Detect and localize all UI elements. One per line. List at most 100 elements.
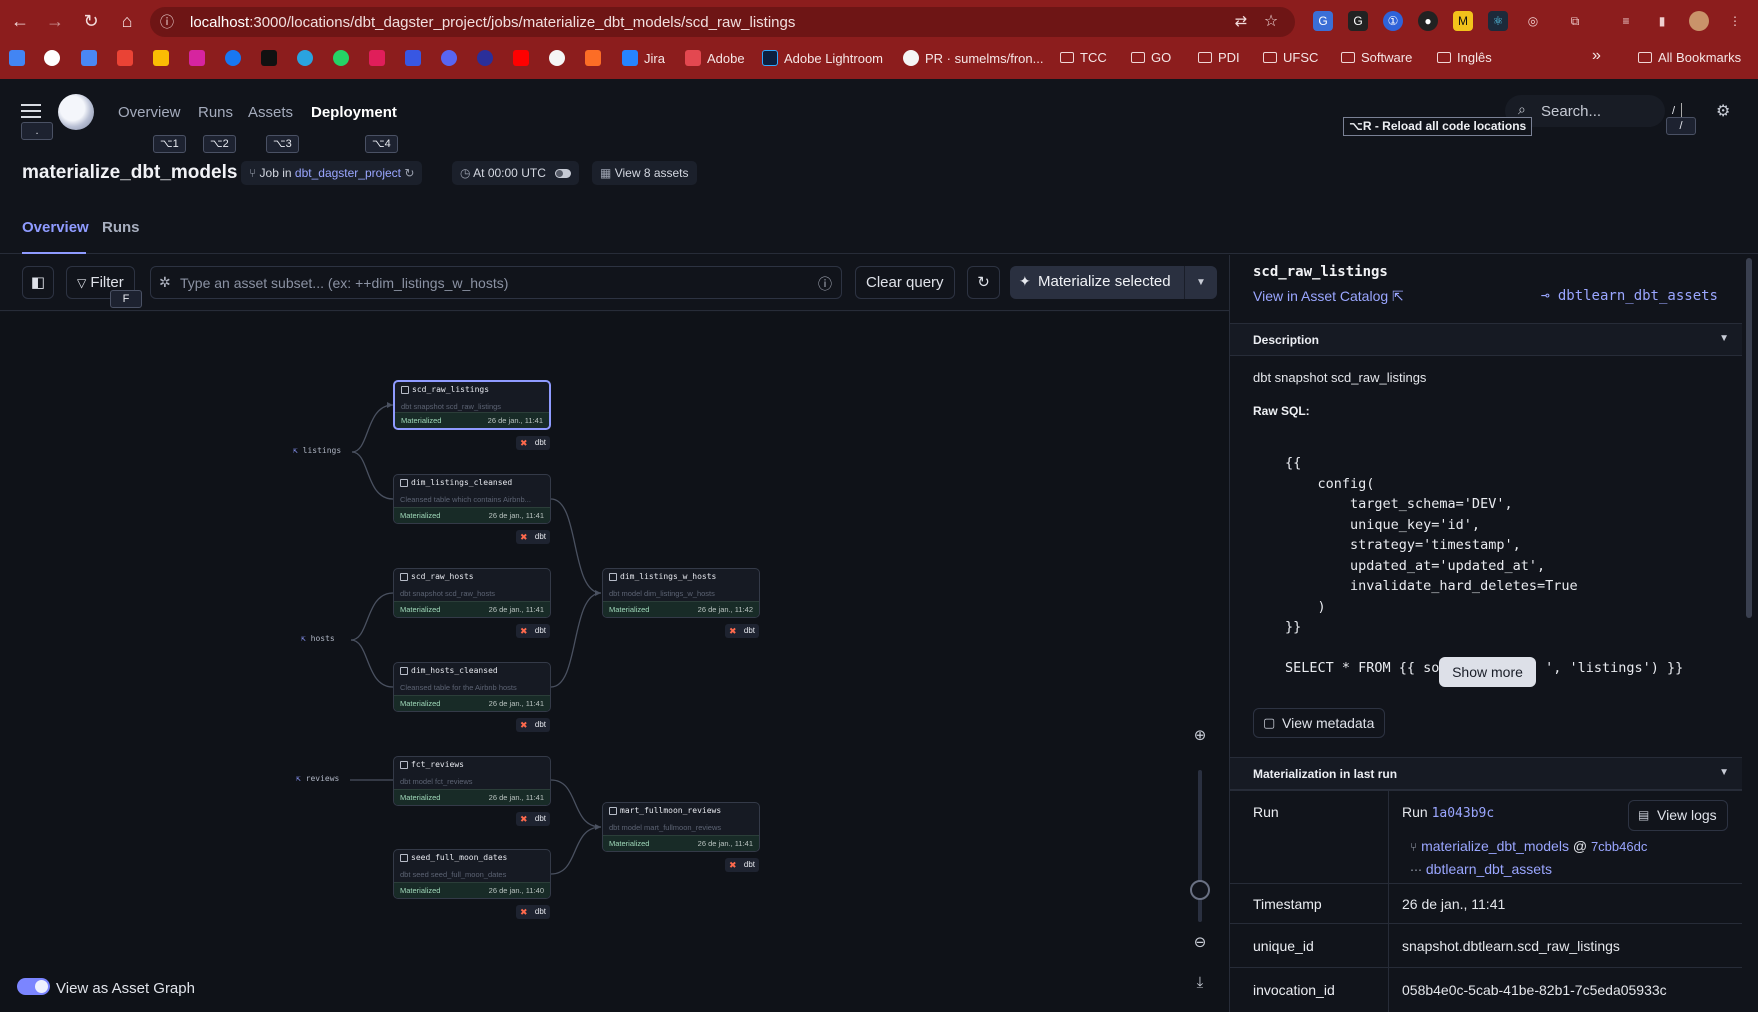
home-icon[interactable]: ⌂ (116, 10, 138, 32)
asset-node-dim-listings-w-hosts[interactable]: dim_listings_w_hosts dbt model dim_listi… (602, 568, 760, 618)
bookmark-x[interactable] (261, 50, 277, 66)
bookmark-circle[interactable] (477, 50, 493, 66)
view-logs-button[interactable]: View logs (1628, 800, 1728, 831)
bookmark-google[interactable] (44, 50, 60, 66)
code-location-link[interactable]: dbt_dagster_project (295, 166, 401, 180)
run-id-link[interactable]: 1a043b9c (1432, 806, 1495, 821)
schedule-toggle[interactable] (555, 169, 572, 179)
bookmark-instagram[interactable] (189, 50, 205, 66)
view-as-asset-graph-toggle[interactable] (17, 978, 50, 995)
bookmark-app[interactable] (405, 50, 421, 66)
bookmark-discord[interactable] (441, 50, 457, 66)
show-more-button[interactable]: Show more (1439, 657, 1536, 687)
asset-node-scd-raw-hosts[interactable]: scd_raw_hosts dbt snapshot scd_raw_hosts… (393, 568, 551, 618)
react-devtools-icon[interactable]: ⚛ (1488, 11, 1508, 31)
bookmark-jira[interactable]: Jira (622, 50, 665, 66)
materialize-selected-button[interactable]: ✦ Materialize selected ▼ (1010, 266, 1217, 299)
bookmark-facebook[interactable] (225, 50, 241, 66)
browser-menu-icon[interactable]: ⋮ (1725, 11, 1745, 31)
asset-graph-canvas[interactable]: ⇱ listings ⇱ hosts ⇱ reviews scd_raw_lis… (0, 312, 1229, 1012)
bookmark-gmail[interactable] (117, 50, 133, 66)
grammarly-ext-icon[interactable]: G (1348, 11, 1368, 31)
reload-location-icon[interactable]: ↻ (404, 166, 414, 180)
bookmarks-overflow-icon[interactable]: » (1592, 47, 1601, 65)
bookmark-star-icon[interactable]: ☆ (1260, 11, 1282, 33)
asset-query-input[interactable]: ✲ Type an asset subset... (ex: ++dim_lis… (150, 266, 842, 299)
run-job-link[interactable]: materialize_dbt_models (1421, 838, 1569, 854)
bookmark-folder-tcc[interactable]: TCC (1060, 50, 1107, 65)
side-panel-icon[interactable]: ▮ (1652, 11, 1672, 31)
bookmark-google-translate[interactable] (9, 50, 25, 66)
translate-icon[interactable]: ⇄ (1230, 11, 1252, 33)
toggle-sidebar-button[interactable]: ◧ (22, 266, 54, 299)
bookmark-folder-pdi[interactable]: PDI (1198, 50, 1240, 65)
all-bookmarks[interactable]: All Bookmarks (1638, 50, 1741, 65)
extensions-icon[interactable]: ⧉ (1565, 11, 1585, 31)
nav-deployment[interactable]: Deployment (311, 104, 397, 121)
settings-gear-icon[interactable]: ⚙ (1716, 101, 1730, 121)
tab-runs[interactable]: Runs (102, 219, 140, 236)
bookmark-whatsapp[interactable] (333, 50, 349, 66)
profile-avatar[interactable] (1689, 11, 1709, 31)
info-icon[interactable]: ⓘ (818, 274, 832, 294)
translate-ext-icon[interactable]: G (1313, 11, 1333, 31)
bookmark-telegram[interactable] (297, 50, 313, 66)
asset-group-link[interactable]: ⊸ dbtlearn_dbt_assets (1541, 288, 1718, 304)
1password-ext-icon[interactable]: ① (1383, 11, 1403, 31)
address-bar[interactable]: ⓘ localhost:3000/locations/dbt_dagster_p… (150, 7, 1295, 37)
reload-icon[interactable]: ↻ (80, 10, 102, 32)
nav-assets[interactable]: Assets (248, 104, 293, 121)
view-in-asset-catalog-link[interactable]: View in Asset Catalog ⇱ (1253, 288, 1404, 305)
download-icon[interactable]: ⤓ (1186, 969, 1214, 997)
view-assets-pill[interactable]: ▦ View 8 assets (592, 161, 697, 185)
target-ext-icon[interactable]: ◎ (1523, 11, 1543, 31)
record-ext-icon[interactable]: ● (1418, 11, 1438, 31)
bookmark-github[interactable] (549, 50, 565, 66)
zoom-in-icon[interactable]: ⊕ (1186, 722, 1214, 750)
asset-node-dim-hosts-cleansed[interactable]: dim_hosts_cleansed Cleansed table for th… (393, 662, 551, 712)
schedule-pill[interactable]: ◷ At 00:00 UTC (452, 161, 580, 185)
bookmark-adobe-lightroom[interactable]: Adobe Lightroom (762, 50, 883, 66)
zoom-slider[interactable] (1190, 770, 1210, 922)
asset-node-scd-raw-listings[interactable]: scd_raw_listings dbt snapshot scd_raw_li… (393, 380, 551, 430)
site-info-icon[interactable]: ⓘ (156, 11, 178, 33)
source-hosts[interactable]: ⇱ hosts (301, 634, 335, 643)
dagster-logo[interactable] (58, 94, 94, 130)
bookmark-gitlab[interactable] (585, 50, 601, 66)
materialize-dropdown-icon[interactable]: ▼ (1184, 266, 1217, 299)
materialization-section-header[interactable]: Materialization in last run ▼ (1230, 757, 1742, 790)
tab-overview[interactable]: Overview (22, 219, 89, 236)
bookmark-adobe[interactable]: Adobe (685, 50, 745, 66)
bookmark-folder-software[interactable]: Software (1341, 50, 1412, 65)
asset-node-dim-listings-cleansed[interactable]: dim_listings_cleansed Cleansed table whi… (393, 474, 551, 524)
nav-overview[interactable]: Overview (118, 104, 181, 121)
run-group-link[interactable]: dbtlearn_dbt_assets (1426, 861, 1552, 877)
media-controls-icon[interactable]: ≡ (1616, 11, 1636, 31)
menu-icon[interactable] (21, 104, 41, 118)
bookmark-folder-ufsc[interactable]: UFSC (1263, 50, 1318, 65)
zoom-out-icon[interactable]: ⊖ (1186, 929, 1214, 957)
bookmark-folder-ingles[interactable]: Inglês (1437, 50, 1492, 65)
bookmark-youtube[interactable] (513, 50, 529, 66)
source-reviews[interactable]: ⇱ reviews (296, 774, 339, 783)
run-commit-link[interactable]: 7cbb46dc (1591, 839, 1647, 854)
description-section-header[interactable]: Description ▼ (1230, 323, 1742, 356)
bookmark-folder-go[interactable]: GO (1131, 50, 1171, 65)
back-icon[interactable]: ← (9, 10, 31, 32)
asset-node-fct-reviews[interactable]: fct_reviews dbt model fct_reviews Materi… (393, 756, 551, 806)
refresh-button[interactable]: ↻ (967, 266, 1000, 299)
source-listings[interactable]: ⇱ listings (293, 446, 341, 455)
zoom-slider-handle[interactable] (1190, 880, 1210, 900)
bookmark-drive[interactable] (153, 50, 169, 66)
bookmark-pr-sumelms[interactable]: PR · sumelms/fron... (903, 50, 1043, 66)
view-metadata-button[interactable]: View metadata (1253, 708, 1386, 738)
panel-scrollbar[interactable] (1746, 258, 1752, 618)
miro-ext-icon[interactable]: M (1453, 11, 1473, 31)
asset-node-mart-fullmoon-reviews[interactable]: mart_fullmoon_reviews dbt model mart_ful… (602, 802, 760, 852)
forward-icon[interactable]: → (44, 10, 66, 32)
bookmark-slack[interactable] (369, 50, 385, 66)
clear-query-button[interactable]: Clear query (855, 266, 955, 299)
bookmark-calendar[interactable] (81, 50, 97, 66)
asset-node-seed-full-moon-dates[interactable]: seed_full_moon_dates dbt seed seed_full_… (393, 849, 551, 899)
nav-runs[interactable]: Runs (198, 104, 233, 121)
